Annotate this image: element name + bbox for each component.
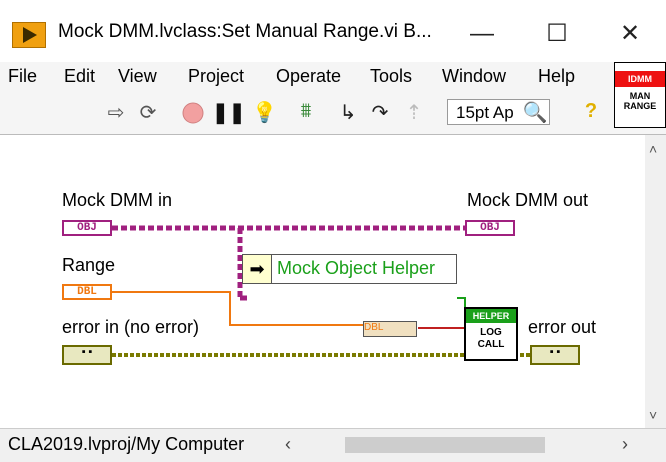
mock-dmm-in-terminal[interactable]: OBJ [62, 220, 112, 236]
scroll-up-icon[interactable]: ˄ [649, 141, 657, 157]
vi-icon-label: MAN RANGE [623, 91, 657, 111]
step-out-icon[interactable]: ⇡ [402, 100, 426, 126]
run-arrow-icon[interactable]: ⇨ [104, 100, 128, 126]
menu-edit[interactable]: Edit [64, 66, 95, 87]
vi-icon-header: IDMM [615, 71, 665, 87]
run-continuously-icon[interactable]: ⟳ [136, 100, 160, 126]
maximize-button[interactable]: ☐ [527, 14, 587, 54]
close-button[interactable]: ✕ [600, 14, 660, 54]
menu-tools[interactable]: Tools [370, 66, 412, 87]
menu-operate[interactable]: Operate [276, 66, 341, 87]
pause-icon[interactable]: ❚❚ [212, 100, 246, 126]
vi-icon[interactable]: IDMM MAN RANGE [614, 62, 666, 128]
mock-object-helper-label: Mock Object Helper [277, 258, 436, 278]
labview-app-icon [12, 22, 46, 48]
mock-dmm-out-terminal[interactable]: OBJ [465, 220, 515, 236]
window-title: Mock DMM.lvclass:Set Manual Range.vi B..… [58, 21, 432, 42]
mock-dmm-in-label: Mock DMM in [62, 190, 173, 210]
search-icon[interactable]: 🔍 [522, 100, 548, 126]
step-into-icon[interactable]: ↳ [336, 100, 360, 126]
log-call-header: HELPER [466, 309, 516, 323]
menu-window[interactable]: Window [442, 66, 506, 87]
scroll-left-icon[interactable]: ‹ [285, 434, 291, 455]
menu-view[interactable]: View [118, 66, 157, 87]
mock-object-helper-node[interactable]: ➡ Mock Object Helper [242, 254, 457, 284]
error-out-label: error out [528, 317, 597, 337]
toolbar [0, 92, 666, 135]
abort-icon[interactable] [180, 100, 206, 126]
minimize-button[interactable]: — [452, 14, 512, 54]
mock-dmm-out-label: Mock DMM out [467, 190, 589, 210]
range-label: Range [62, 255, 116, 275]
menu-help[interactable]: Help [538, 66, 575, 87]
scroll-right-icon[interactable]: › [622, 434, 628, 455]
error-in-terminal[interactable]: ▪▪ [62, 345, 112, 365]
range-terminal[interactable]: DBL [62, 284, 112, 300]
menu-file[interactable]: File [8, 66, 37, 87]
step-over-icon[interactable]: ↷ [368, 100, 392, 126]
highlight-bulb-icon[interactable]: 💡 [252, 100, 277, 126]
menu-project[interactable]: Project [188, 66, 244, 87]
error-in-label: error in (no error) [62, 317, 200, 337]
error-out-terminal[interactable]: ▪▪ [530, 345, 580, 365]
arrow-right-icon: ➡ [243, 255, 272, 283]
log-call-subvi[interactable]: HELPER LOG CALL [464, 307, 518, 361]
scroll-down-icon[interactable]: ˅ [649, 407, 657, 423]
unbundle-node[interactable]: DBL [363, 321, 417, 337]
project-path: CLA2019.lvproj/My Computer [8, 434, 245, 454]
log-call-label: LOG CALL [477, 327, 505, 350]
help-icon[interactable]: ? [580, 100, 602, 126]
retain-wire-values-icon[interactable]: ⩩ [292, 100, 320, 126]
vertical-scrollbar[interactable]: ˄ ˅ [645, 135, 666, 428]
horizontal-scroll-thumb[interactable] [345, 437, 545, 453]
